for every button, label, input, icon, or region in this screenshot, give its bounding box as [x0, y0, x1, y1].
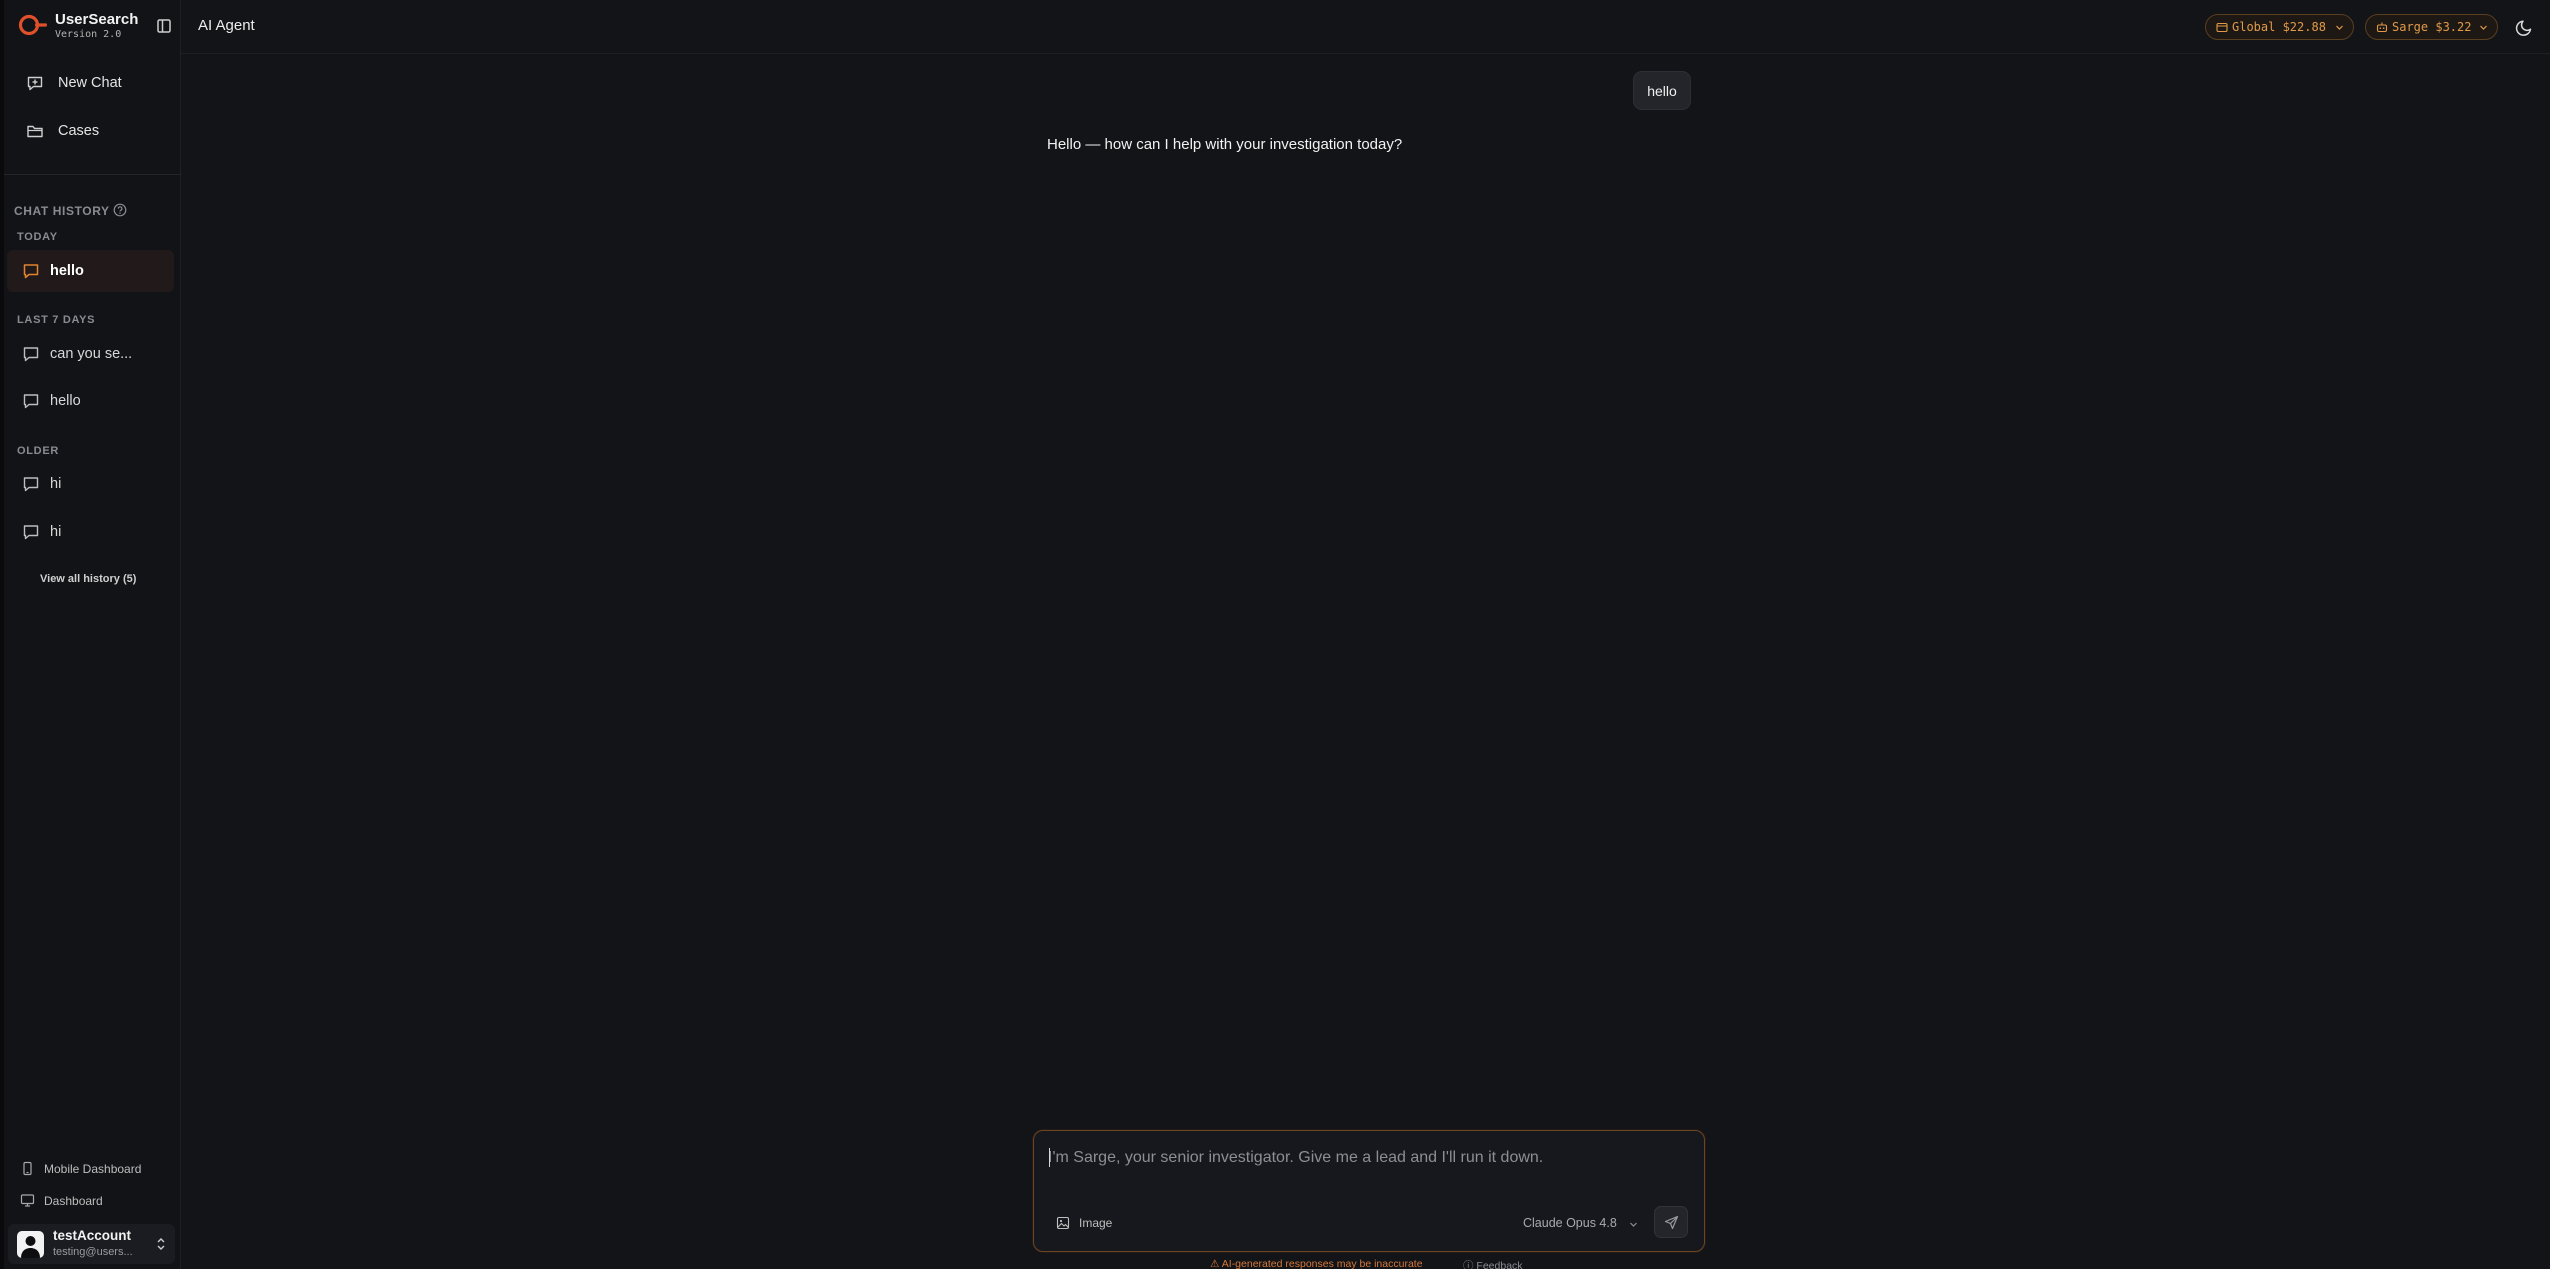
- dashboard-label: Dashboard: [44, 1194, 103, 1208]
- history-item-label: hello: [50, 263, 84, 279]
- model-name: Claude Opus 4.8: [1523, 1216, 1617, 1230]
- agent-balance-pill[interactable]: Sarge $3.22: [2365, 14, 2498, 40]
- dashboard-link[interactable]: Dashboard: [14, 1190, 164, 1212]
- image-icon: [1056, 1216, 1070, 1230]
- moon-icon[interactable]: [2514, 16, 2536, 38]
- user-email: testing@users...: [53, 1246, 133, 1258]
- message-square-icon: [23, 477, 39, 492]
- history-item[interactable]: can you se...: [7, 333, 174, 375]
- user-silhouette-icon: [21, 1236, 40, 1258]
- attach-image-button[interactable]: Image: [1056, 1211, 1126, 1235]
- chevron-down-icon: [2480, 25, 2487, 30]
- history-item-label: hello: [50, 393, 81, 409]
- text-caret: [1049, 1148, 1050, 1167]
- help-circle-icon[interactable]: [113, 203, 127, 217]
- view-all-history-link[interactable]: View all history (5): [40, 573, 136, 585]
- user-message-text: hello: [1647, 83, 1677, 99]
- model-selector[interactable]: Claude Opus 4.8: [1523, 1211, 1648, 1235]
- sidebar: UserSearch Version 2.0 New Chat Cases: [4, 0, 181, 1269]
- avatar: [17, 1231, 44, 1258]
- group-label-older: OLDER: [17, 445, 59, 457]
- cases-label: Cases: [58, 123, 100, 139]
- chevron-down-icon: [1630, 1222, 1637, 1227]
- app-root: UserSearch Version 2.0 New Chat Cases CH…: [0, 0, 2550, 1269]
- history-item-active[interactable]: hello: [7, 250, 174, 292]
- brand-name: UserSearch: [55, 11, 139, 28]
- history-item[interactable]: hello: [7, 380, 174, 422]
- message-square-icon: [23, 347, 39, 362]
- monitor-icon: [20, 1194, 35, 1207]
- message-square-icon: [23, 394, 39, 409]
- mobile-dashboard-label: Mobile Dashboard: [44, 1162, 142, 1176]
- sidebar-divider: [4, 174, 181, 175]
- smartphone-icon: [23, 1161, 32, 1176]
- bot-icon: [2376, 22, 2388, 33]
- wallet-icon: [2216, 22, 2228, 33]
- history-item[interactable]: hi: [7, 463, 174, 505]
- chevron-down-icon: [2336, 25, 2343, 30]
- group-label-last-7-days: LAST 7 DAYS: [17, 314, 96, 326]
- new-chat-label: New Chat: [58, 75, 122, 91]
- mobile-dashboard-link[interactable]: Mobile Dashboard: [14, 1158, 164, 1180]
- folder-icon: [27, 125, 43, 138]
- history-item-label: hi: [50, 524, 62, 540]
- user-message-bubble: hello: [1633, 71, 1691, 110]
- chat-input[interactable]: [1048, 1145, 1688, 1171]
- cases-nav-item[interactable]: Cases: [12, 114, 177, 148]
- chat-composer: Image Claude Opus 4.8: [1033, 1130, 1705, 1252]
- global-balance-pill[interactable]: Global $22.88: [2205, 14, 2354, 40]
- usersearch-logo-icon: [18, 14, 47, 36]
- footer-note: ⚠ AI-generated responses may be inaccura…: [1210, 1258, 1540, 1269]
- sidebar-toggle-icon[interactable]: [153, 17, 175, 35]
- page-title: AI Agent: [198, 17, 255, 34]
- history-item-label: hi: [50, 476, 62, 492]
- chat-history-title: CHAT HISTORY: [14, 204, 110, 218]
- global-balance: Global $22.88: [2232, 20, 2326, 34]
- image-button-label: Image: [1079, 1216, 1113, 1230]
- message-square-icon: [23, 264, 39, 279]
- top-header: AI Agent Global $22.88 Sarge $3.22: [181, 0, 2550, 54]
- user-account-menu[interactable]: testAccount testing@users...: [8, 1224, 175, 1264]
- assistant-message: Hello — how can I help with your investi…: [1047, 136, 1403, 153]
- feedback-link[interactable]: ⓘ Feedback: [1463, 1258, 1523, 1269]
- history-item[interactable]: hi: [7, 511, 174, 553]
- history-item-label: can you se...: [50, 346, 133, 362]
- user-name: testAccount: [53, 1228, 132, 1243]
- send-button[interactable]: [1654, 1206, 1688, 1238]
- send-icon: [1664, 1215, 1679, 1230]
- message-square-icon: [23, 525, 39, 540]
- group-label-today: TODAY: [17, 231, 58, 243]
- agent-balance: Sarge $3.22: [2392, 20, 2472, 34]
- ai-disclaimer: ⚠ AI-generated responses may be inaccura…: [1210, 1258, 1423, 1269]
- new-chat-button[interactable]: New Chat: [12, 66, 177, 100]
- chevrons-up-down-icon: [157, 1238, 165, 1250]
- message-plus-icon: [27, 76, 43, 91]
- brand-version: Version 2.0: [55, 29, 122, 40]
